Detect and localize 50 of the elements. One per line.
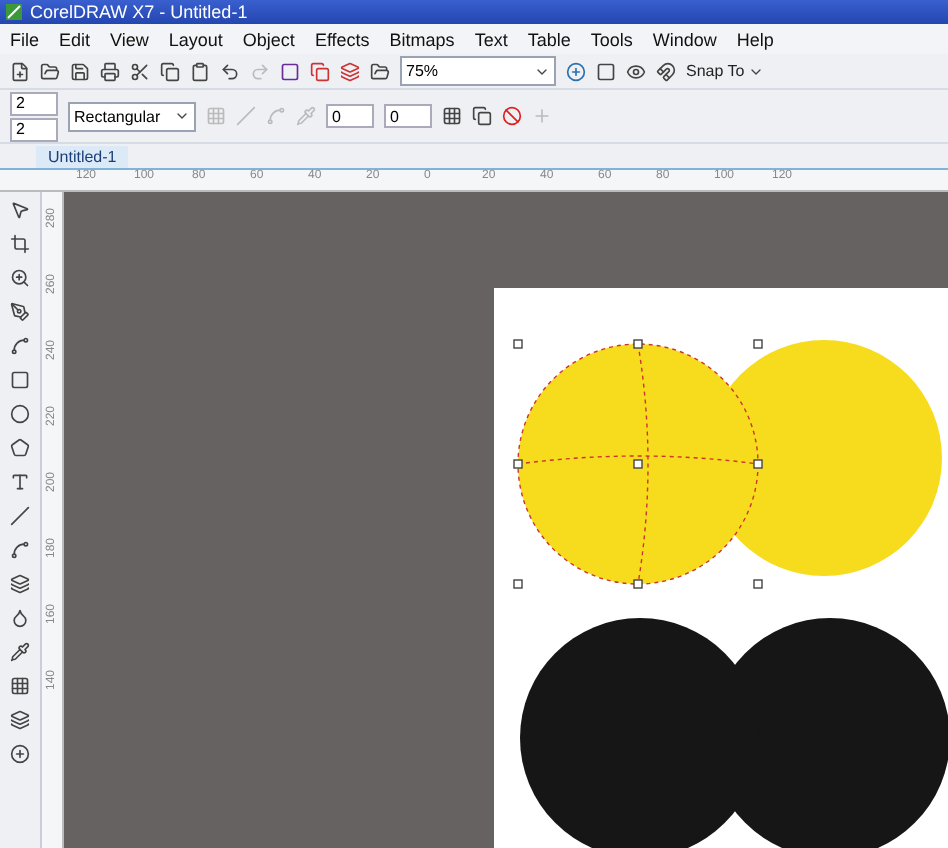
node-icon[interactable] [266,106,286,126]
menu-item[interactable]: Object [242,29,295,49]
menu-item[interactable]: Table [527,29,571,49]
window-title: CorelDRAW X7 - Untitled-1 [30,2,248,22]
curve-icon[interactable] [10,336,30,356]
transparency-icon[interactable] [10,608,30,628]
corner-type-dropdown[interactable]: Rectangular [68,101,196,131]
menu-item[interactable]: Edit [59,29,91,49]
value-field[interactable]: 0 [326,104,374,128]
line-icon[interactable] [10,506,30,526]
zoom-icon[interactable] [10,268,30,288]
pointer-icon[interactable] [10,200,30,220]
zoom-dropdown[interactable]: 75% [400,56,556,86]
ellipse-icon[interactable] [10,404,30,424]
cut-icon[interactable] [130,61,150,81]
columns-field[interactable]: 2 [10,117,58,141]
snap-to-button[interactable]: Snap To [686,62,765,80]
menu-item[interactable]: Bitmaps [389,29,455,49]
menu-item[interactable]: Effects [314,29,370,49]
app-logo-icon [6,4,22,20]
rectangle-icon[interactable] [10,370,30,390]
menu-item[interactable]: Layout [168,29,223,49]
open-folder-icon[interactable] [40,61,60,81]
rows-field[interactable]: 2 [10,91,58,115]
selection-handles[interactable] [513,339,763,589]
save-icon[interactable] [70,61,90,81]
menu-item[interactable]: Tools [590,29,633,49]
prohibit-icon[interactable] [502,106,522,126]
undo-icon[interactable] [220,61,240,81]
document-tab[interactable]: Untitled-1 [36,146,129,168]
menu-item[interactable]: Text [474,29,508,49]
copy-icon[interactable] [160,61,180,81]
add-icon[interactable] [10,744,30,764]
print-icon[interactable] [100,61,120,81]
zoom-fit-icon[interactable] [566,61,586,81]
menu-item[interactable]: View [110,29,149,49]
polygon-icon[interactable] [10,438,30,458]
connector-icon[interactable] [10,540,30,560]
view-icon[interactable] [626,61,646,81]
pen-icon[interactable] [10,302,30,322]
text-icon[interactable] [10,472,30,492]
overlapping-circles-drawing[interactable] [520,618,948,848]
value-field[interactable]: 0 [384,104,432,128]
new-document-icon[interactable] [10,61,30,81]
menu-item[interactable]: File [10,29,40,49]
crop-icon[interactable] [10,234,30,254]
paste-icon[interactable] [190,61,210,81]
eyedropper-icon[interactable] [10,642,30,662]
menu-item[interactable]: Help [736,29,774,49]
menu-item[interactable]: Window [652,29,717,49]
